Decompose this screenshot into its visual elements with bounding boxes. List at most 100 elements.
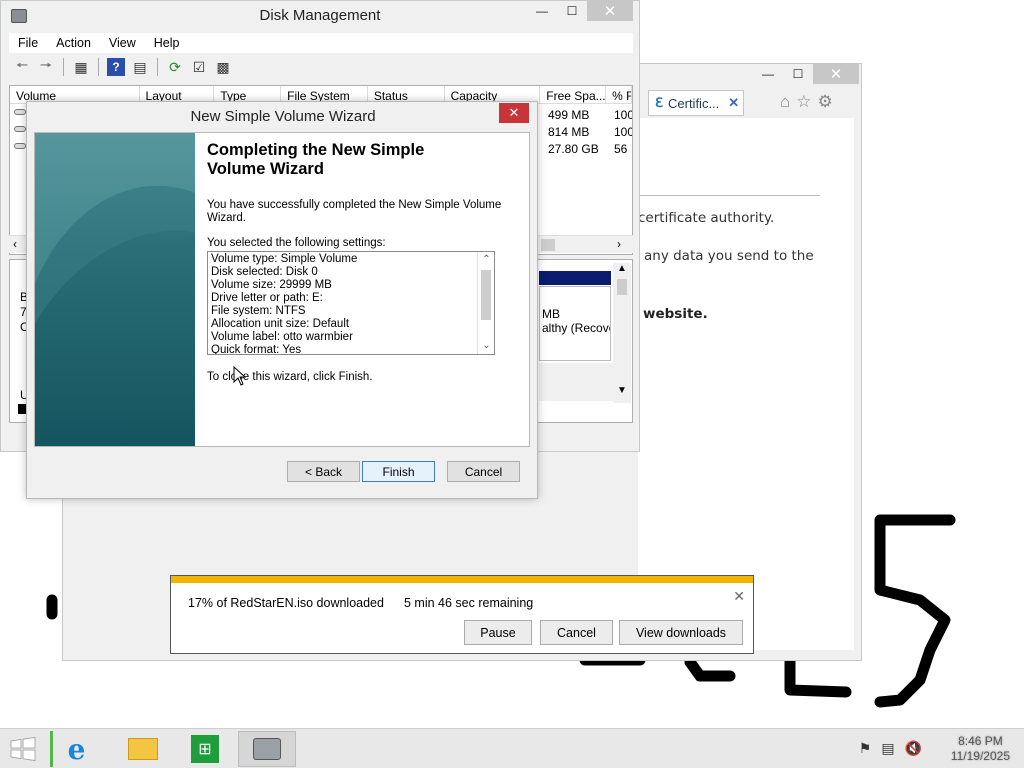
wizard-title: New Simple Volume Wizard — [190, 108, 376, 125]
clock-date: 11/19/2025 — [950, 749, 1010, 763]
scroll-up-icon[interactable]: ⌃ — [478, 252, 494, 268]
scroll-right-icon[interactable]: › — [617, 237, 621, 251]
windows-start-icon[interactable] — [8, 737, 38, 761]
view-downloads-button[interactable]: View downloads — [619, 620, 743, 645]
properties-icon[interactable]: ☑ — [190, 58, 208, 76]
close-button[interactable]: ✕ — [587, 1, 633, 21]
scroll-down-icon[interactable]: ⌄ — [478, 338, 494, 354]
taskbar: e ⊞ ⚑ ▤ 🔇 8:46 PM 11/19/2025 — [0, 728, 1024, 768]
close-button[interactable]: ✕ — [499, 103, 529, 123]
system-tray: ⚑ ▤ 🔇 — [859, 740, 922, 757]
ie-content: certificate authority. any data you send… — [638, 118, 854, 650]
disk-management-icon[interactable] — [238, 731, 296, 767]
setting-item: Drive letter or path: E: — [211, 292, 323, 304]
table-row[interactable]: 27.80 GB 56 — [548, 142, 627, 156]
legend-band — [539, 363, 613, 401]
setting-item: Disk selected: Disk 0 — [211, 266, 318, 278]
menu-file[interactable]: File — [9, 33, 47, 53]
free-space-cell: 27.80 GB — [548, 142, 599, 156]
close-tab-icon[interactable]: ✕ — [728, 95, 739, 111]
internet-explorer-icon[interactable]: e — [50, 731, 100, 767]
menu-action[interactable]: Action — [47, 33, 100, 53]
percent-free-cell: 100 — [614, 108, 633, 122]
wizard-heading: Completing the New Simple Volume Wizard — [207, 141, 517, 179]
toolbar-separator — [98, 58, 99, 76]
ie-window-controls: — ☐ ✕ — [753, 64, 859, 84]
menu-help[interactable]: Help — [145, 33, 189, 53]
speaker-muted-icon[interactable]: 🔇 — [905, 740, 922, 757]
setting-item: Volume label: otto warmbier — [211, 331, 353, 343]
vertical-scrollbar[interactable]: ▲ ▼ — [613, 263, 631, 403]
cancel-button[interactable]: Cancel — [447, 461, 520, 482]
gear-icon[interactable]: ⚙ — [818, 92, 833, 112]
setting-item: Volume size: 29999 MB — [211, 279, 332, 291]
table-row[interactable]: 814 MB 100 — [548, 125, 633, 139]
scroll-down-icon[interactable]: ▼ — [617, 385, 627, 396]
settings-list: Volume type: Simple Volume Disk selected… — [211, 253, 357, 355]
settings-listbox[interactable]: Volume type: Simple Volume Disk selected… — [207, 251, 495, 355]
setting-item: Allocation unit size: Default — [211, 318, 350, 330]
menu-bar: File Action View Help — [9, 33, 633, 53]
ie-nav-icons: ⌂ ☆ ⚙ — [780, 92, 833, 112]
pause-button[interactable]: Pause — [464, 620, 532, 645]
minimize-button[interactable]: — — [527, 1, 557, 21]
settings-icon[interactable]: ▩ — [214, 58, 232, 76]
new-simple-volume-wizard: New Simple Volume Wizard ✕ Completing th… — [26, 101, 538, 499]
toolbar-separator — [63, 58, 64, 76]
free-space-cell: 814 MB — [548, 125, 590, 139]
mouse-cursor-icon — [233, 366, 247, 386]
wizard-button-row: < Back Finish Cancel — [27, 457, 539, 487]
ie-text-line: certificate authority. — [638, 210, 775, 226]
store-icon[interactable]: ⊞ — [176, 731, 234, 767]
list-icon[interactable]: ▤ — [131, 58, 149, 76]
volume-drive-icon — [14, 143, 26, 149]
toolbar: 🠔 🠖 ▦ ? ▤ ⟳ ☑ ▩ — [9, 55, 232, 79]
close-button[interactable]: ✕ — [813, 64, 859, 84]
minimize-button[interactable]: — — [753, 64, 783, 84]
maximize-button[interactable]: ☐ — [783, 64, 813, 84]
settings-scrollbar[interactable]: ⌃ ⌄ — [477, 252, 494, 354]
column-header-free-space[interactable]: Free Spa... — [540, 86, 607, 103]
download-status-text: 17% of RedStarEN.iso downloaded — [188, 596, 384, 610]
home-icon[interactable]: ⌂ — [780, 92, 790, 112]
table-row[interactable]: 499 MB 100 — [548, 108, 633, 122]
partition-box[interactable]: MB althy (Recove — [539, 286, 611, 361]
console-icon[interactable]: ▦ — [72, 58, 90, 76]
scroll-up-icon[interactable]: ▲ — [617, 263, 627, 274]
ie-tab-label: Certific... — [668, 95, 720, 111]
scroll-left-icon[interactable]: ‹ — [13, 237, 17, 251]
clock[interactable]: 8:46 PM 11/19/2025 — [951, 734, 1010, 764]
settings-label: You selected the following settings: — [207, 237, 386, 249]
back-button[interactable]: < Back — [287, 461, 360, 482]
menu-view[interactable]: View — [100, 33, 145, 53]
finish-button[interactable]: Finish — [362, 461, 435, 482]
back-arrow-icon[interactable]: 🠔 — [13, 57, 31, 76]
percent-free-cell: 100 — [614, 125, 633, 139]
wizard-panel: Completing the New Simple Volume Wizard … — [34, 132, 530, 447]
ie-text-line: any data you send to the — [644, 248, 814, 264]
finish-instruction-text: To close this wizard, click Finish. — [207, 371, 373, 383]
wizard-heading-line: Volume Wizard — [207, 160, 324, 178]
partition-size-text: MB — [542, 307, 560, 321]
setting-item: File system: NTFS — [211, 305, 306, 317]
forward-arrow-icon[interactable]: 🠖 — [37, 57, 55, 76]
download-notification-bar: 17% of RedStarEN.iso downloaded 5 min 46… — [170, 575, 754, 654]
help-icon[interactable]: ? — [107, 58, 125, 76]
file-explorer-icon[interactable] — [114, 731, 172, 767]
window-controls: — ☐ ✕ — [527, 1, 633, 21]
ie-tab-certificate[interactable]: ℇ Certific... ✕ — [648, 90, 744, 116]
close-icon[interactable]: ✕ — [733, 588, 745, 605]
download-progress-bar — [171, 576, 753, 583]
column-header-percent-free[interactable]: % F — [606, 86, 632, 103]
scrollbar-thumb[interactable] — [481, 270, 491, 320]
network-icon[interactable]: ▤ — [881, 740, 894, 757]
volume-drive-icon — [14, 126, 26, 132]
favorites-star-icon[interactable]: ☆ — [796, 92, 811, 112]
cancel-download-button[interactable]: Cancel — [540, 620, 613, 645]
setting-item: Quick format: Yes — [211, 344, 302, 355]
scrollbar-thumb[interactable] — [541, 239, 555, 251]
flag-icon[interactable]: ⚑ — [859, 740, 872, 757]
scrollbar-thumb[interactable] — [617, 279, 627, 295]
maximize-button[interactable]: ☐ — [557, 1, 587, 21]
refresh-icon[interactable]: ⟳ — [166, 58, 184, 76]
